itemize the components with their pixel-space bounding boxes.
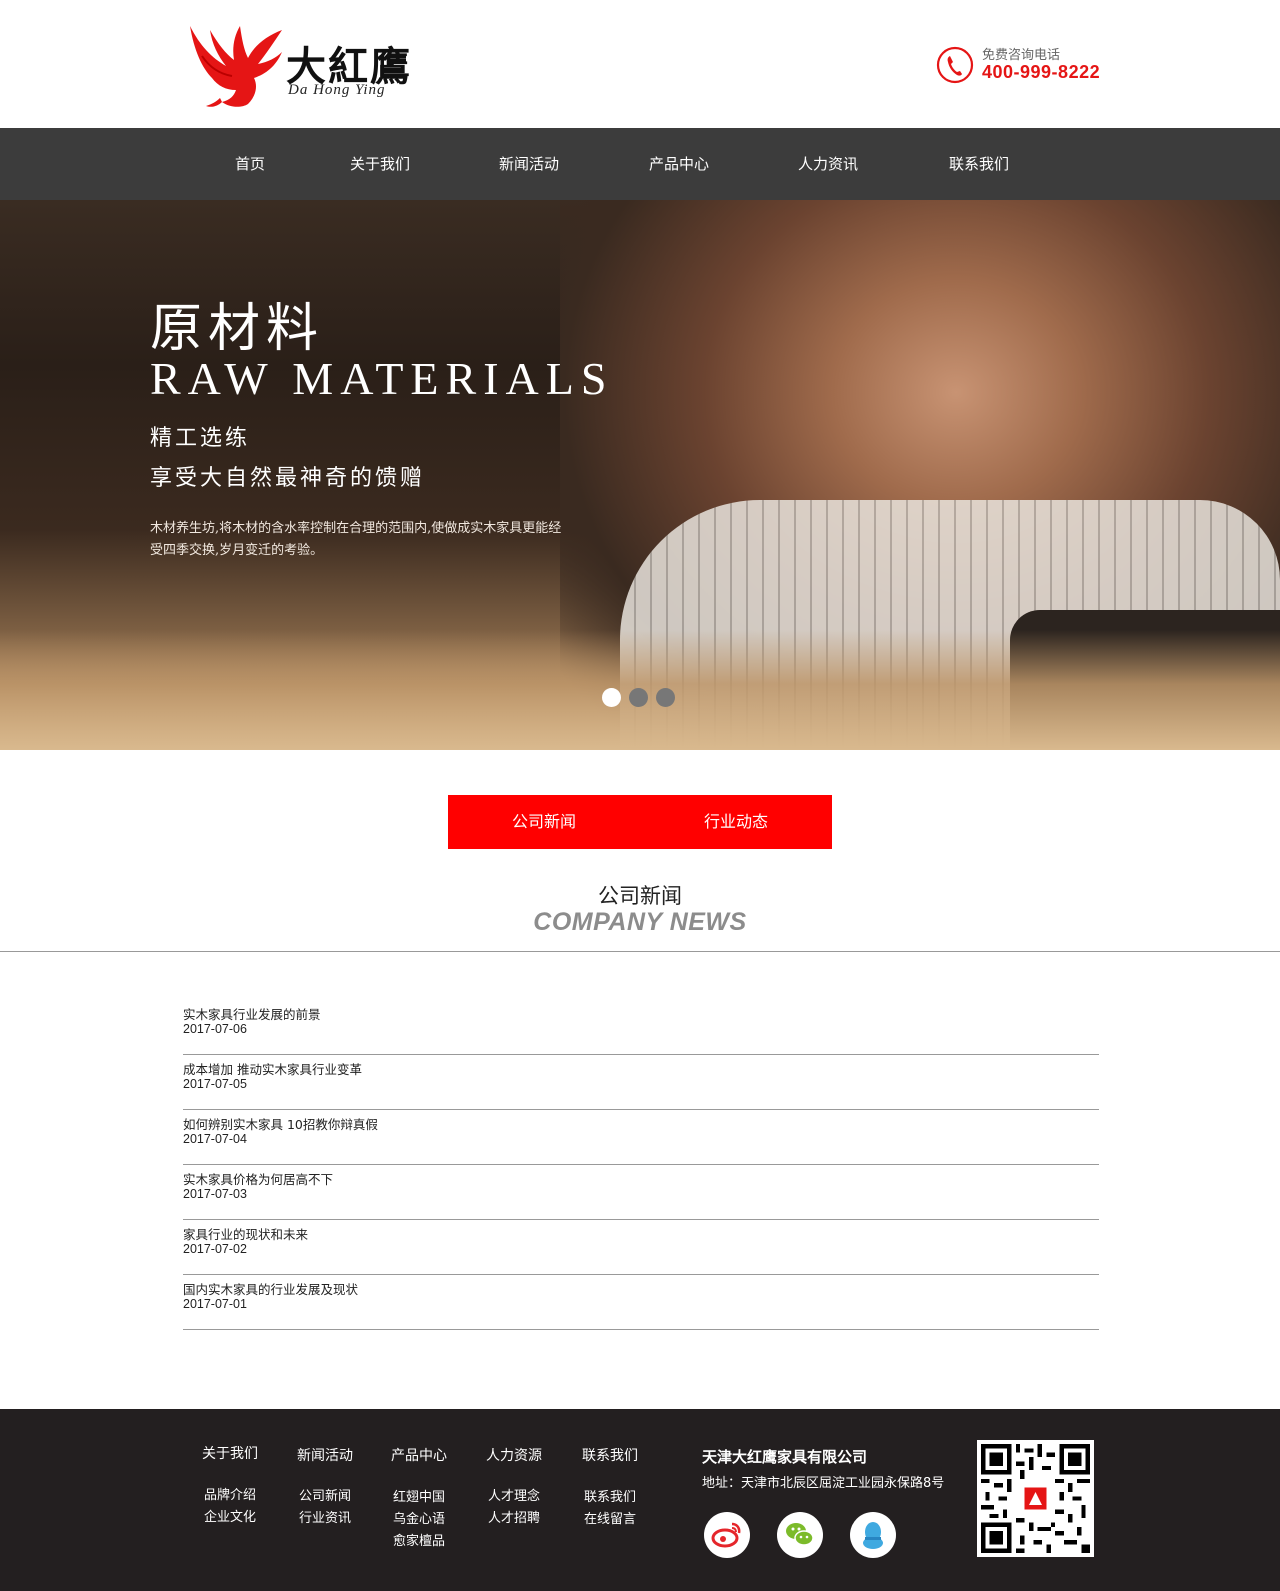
footer-link[interactable]: 联系我们	[555, 1486, 665, 1505]
footer-link[interactable]: 红翅中国	[364, 1486, 474, 1505]
news-date: 2017-07-05	[183, 1077, 247, 1091]
news-list: 实木家具行业发展的前景 2017-07-06 成本增加 推动实木家具行业变革 2…	[183, 1000, 1099, 1330]
news-list-item[interactable]: 实木家具行业发展的前景 2017-07-06	[183, 1000, 1099, 1055]
tab-industry-news[interactable]: 行业动态	[640, 795, 832, 849]
news-date: 2017-07-02	[183, 1242, 247, 1256]
company-name: 天津大红鹰家具有限公司	[702, 1448, 868, 1466]
section-divider	[0, 951, 1280, 952]
company-address: 地址：天津市北辰区屈淀工业园永保路8号	[702, 1476, 945, 1491]
site-footer: 关于我们 品牌介绍 企业文化 新闻活动 公司新闻 行业资讯 产品中心 红翅中国 …	[0, 1409, 1280, 1591]
section-title-chinese: 公司新闻	[598, 884, 682, 908]
qq-glyph	[863, 1522, 883, 1549]
hero-banner[interactable]: 原材料 RAW MATERIALS 精工选练 享受大自然最神奇的馈赠 木材养生坊…	[0, 200, 1280, 750]
weibo-glyph	[711, 1522, 741, 1548]
footer-link[interactable]: 愈家檀品	[364, 1530, 474, 1549]
news-title[interactable]: 家具行业的现状和未来	[183, 1224, 308, 1243]
news-list-item[interactable]: 成本增加 推动实木家具行业变革 2017-07-05	[183, 1055, 1099, 1110]
footer-link[interactable]: 在线留言	[555, 1508, 665, 1527]
footer-column-heading[interactable]: 人力资源	[459, 1445, 569, 1465]
carousel-dot-3[interactable]	[656, 688, 675, 707]
news-date: 2017-07-03	[183, 1187, 247, 1201]
section-title-english: COMPANY NEWS	[533, 908, 747, 936]
news-title[interactable]: 实木家具价格为何居高不下	[183, 1169, 333, 1188]
banner-subtitle-2: 享受大自然最神奇的馈赠	[150, 466, 426, 491]
news-date: 2017-07-01	[183, 1297, 247, 1311]
hotline[interactable]: 免费咨询电话 400-999-8222	[936, 44, 1116, 88]
nav-item-hr[interactable]: 人力资讯	[788, 128, 868, 200]
wechat-icon[interactable]	[777, 1512, 823, 1558]
nav-item-contact[interactable]: 联系我们	[939, 128, 1019, 200]
main-nav: 首页 关于我们 新闻活动 产品中心 人力资讯 联系我们	[0, 128, 1280, 200]
footer-column-heading[interactable]: 联系我们	[555, 1445, 665, 1465]
news-list-item[interactable]: 家具行业的现状和未来 2017-07-02	[183, 1220, 1099, 1275]
nav-item-about[interactable]: 关于我们	[340, 128, 420, 200]
qr-code-image	[981, 1444, 1090, 1553]
news-list-item[interactable]: 实木家具价格为何居高不下 2017-07-03	[183, 1165, 1099, 1220]
news-title[interactable]: 如何辨别实木家具 10招教你辩真假	[183, 1114, 378, 1133]
qq-icon[interactable]	[850, 1512, 896, 1558]
news-title[interactable]: 国内实木家具的行业发展及现状	[183, 1279, 358, 1298]
news-title[interactable]: 成本增加 推动实木家具行业变革	[183, 1059, 362, 1078]
nav-item-home[interactable]: 首页	[220, 128, 280, 200]
footer-column-heading[interactable]: 关于我们	[175, 1443, 285, 1463]
hotline-label: 免费咨询电话	[982, 48, 1061, 63]
footer-link[interactable]: 人才招聘	[459, 1507, 569, 1526]
hotline-number[interactable]: 400-999-8222	[982, 62, 1100, 83]
wechat-glyph	[786, 1523, 814, 1546]
carousel-dot-1[interactable]	[602, 688, 621, 707]
carousel-indicators	[602, 688, 683, 708]
news-tabs: 公司新闻 行业动态	[448, 795, 832, 849]
news-list-item[interactable]: 如何辨别实木家具 10招教你辩真假 2017-07-04	[183, 1110, 1099, 1165]
site-header: 大紅鷹 Da Hong Ying 免费咨询电话 400-999-8222	[0, 0, 1280, 128]
news-list-item[interactable]: 国内实木家具的行业发展及现状 2017-07-01	[183, 1275, 1099, 1330]
phone-icon	[936, 46, 974, 84]
footer-link[interactable]: 人才理念	[459, 1485, 569, 1504]
nav-item-news[interactable]: 新闻活动	[489, 128, 569, 200]
banner-subtitle-1: 精工选练	[150, 426, 251, 451]
footer-link[interactable]: 乌金心语	[364, 1508, 474, 1527]
nav-item-products[interactable]: 产品中心	[639, 128, 719, 200]
red-eagle-icon	[190, 26, 282, 107]
banner-title-chinese: 原材料	[150, 299, 325, 359]
banner-title-english: RAW MATERIALS	[150, 353, 614, 404]
carousel-dot-2[interactable]	[629, 688, 648, 707]
weibo-icon[interactable]	[704, 1512, 750, 1558]
news-title[interactable]: 实木家具行业发展的前景	[183, 1004, 321, 1023]
footer-link[interactable]: 企业文化	[175, 1506, 285, 1525]
tab-company-news[interactable]: 公司新闻	[448, 795, 640, 849]
qr-code	[977, 1440, 1094, 1557]
logo-english-text: Da Hong Ying	[288, 82, 386, 98]
footer-link[interactable]: 品牌介绍	[175, 1484, 285, 1503]
news-date: 2017-07-06	[183, 1022, 247, 1036]
footer-column-heading[interactable]: 产品中心	[364, 1445, 474, 1465]
news-date: 2017-07-04	[183, 1132, 247, 1146]
brand-logo[interactable]: 大紅鷹 Da Hong Ying	[182, 16, 412, 111]
banner-description: 木材养生坊,将木材的含水率控制在合理的范围内,使做成实木家具更能经受四季交换,岁…	[150, 521, 562, 558]
